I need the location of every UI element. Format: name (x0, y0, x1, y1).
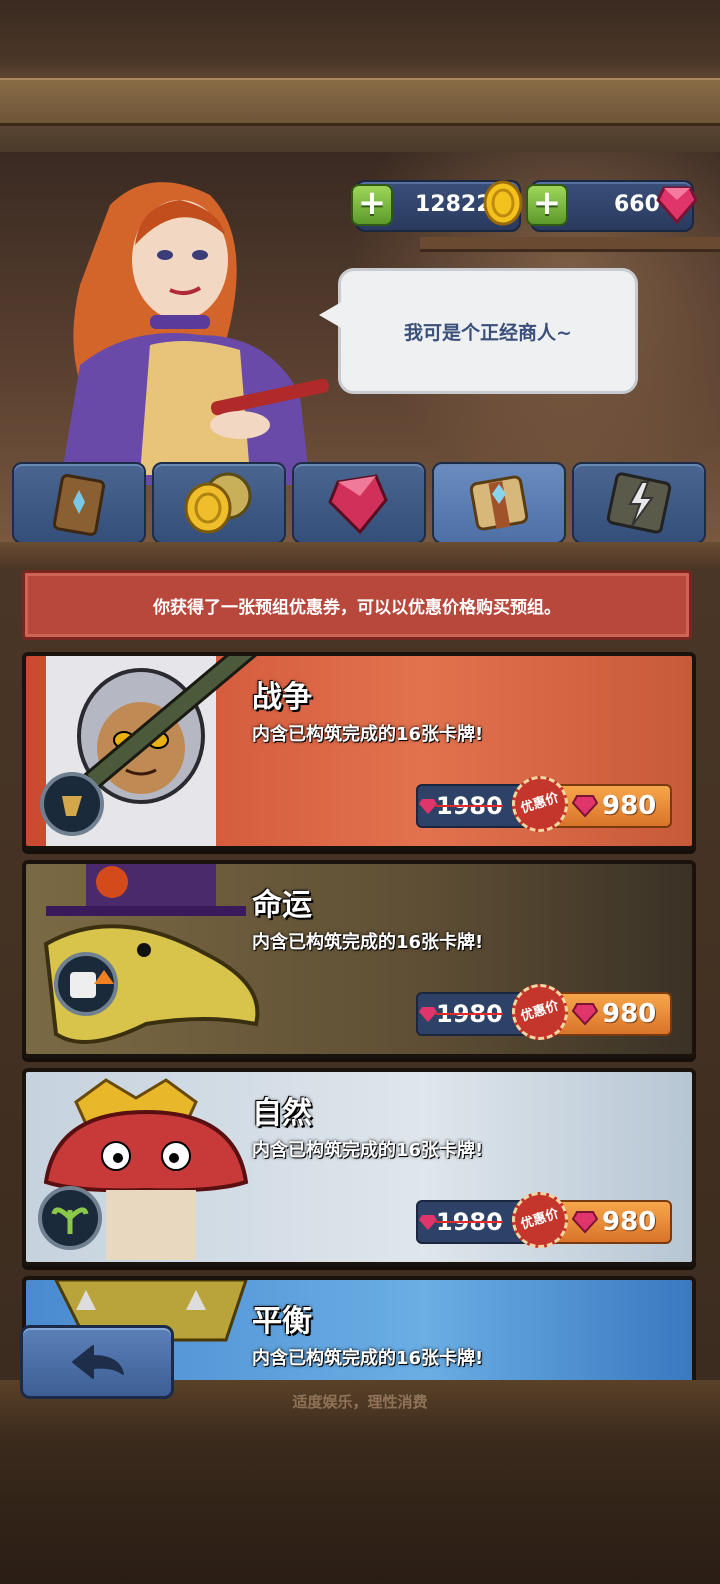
deck-offer-nature[interactable]: 自然 内含已构筑完成的16张卡牌! 1980 980 优惠价 (22, 1068, 696, 1266)
gem-icon (572, 795, 598, 818)
deck-description: 内含已构筑完成的16张卡牌! (252, 932, 484, 953)
shelf (420, 237, 720, 252)
gem-icon (419, 1007, 437, 1022)
original-price-value: 1980 (436, 792, 503, 820)
shop-category-tabs (12, 462, 708, 544)
back-button[interactable] (20, 1325, 174, 1399)
sale-price-value: 980 (602, 1207, 657, 1237)
gold-amount: 12822 (415, 192, 492, 217)
sale-badge: 优惠价 (504, 1184, 576, 1256)
original-price-value: 1980 (436, 1208, 503, 1236)
deck-offer-fate[interactable]: 命运 内含已构筑完成的16张卡牌! 1980 980 优惠价 (22, 860, 696, 1058)
gem-counter: + 660 (526, 180, 698, 232)
gem-icon (419, 799, 437, 814)
merchant-speech-bubble: 我可是个正经商人~ (319, 268, 638, 394)
sale-badge: 优惠价 (504, 976, 576, 1048)
add-gold-button[interactable]: + (351, 184, 393, 226)
deck-name: 自然 (252, 1096, 312, 1131)
tab-thunder-book[interactable] (572, 462, 706, 544)
fate-croc-art (43, 864, 260, 1044)
merchant-speech-text: 我可是个正经商人~ (404, 321, 572, 344)
tab-gold-coins[interactable] (152, 462, 286, 544)
deck-name: 命运 (252, 888, 312, 923)
gold-counter: + 12822 (351, 180, 523, 232)
deck-description: 内含已构筑完成的16张卡牌! (252, 1348, 484, 1369)
gem-icon (656, 186, 698, 224)
nature-mushroom-art (38, 1078, 249, 1260)
gold-coin-icon (483, 180, 523, 226)
gem-pile-icon (328, 474, 388, 535)
merchant-portrait (60, 182, 330, 485)
thunder-book-icon (606, 472, 672, 534)
gem-icon (572, 1003, 598, 1026)
deck-name: 战争 (252, 680, 312, 715)
deck-description: 内含已构筑完成的16张卡牌! (252, 724, 484, 745)
card-pack-icon (52, 474, 106, 536)
sale-price-value: 980 (602, 999, 657, 1029)
deck-description: 内含已构筑完成的16张卡牌! (252, 1140, 484, 1161)
sale-price-value: 980 (602, 791, 657, 821)
add-gems-button[interactable]: + (526, 184, 568, 226)
tab-card-pack[interactable] (12, 462, 146, 544)
counter-bar (0, 542, 720, 570)
coupon-banner-text: 你获得了一张预组优惠券，可以以优惠价格购买预组。 (153, 597, 561, 618)
top-beam (0, 0, 720, 152)
gold-coins-icon (184, 472, 252, 534)
deck-offer-war[interactable]: 战争 内含已构筑完成的16张卡牌! 1980 980 优惠价 (22, 652, 696, 850)
war-cat-knight-art (40, 656, 276, 846)
deck-icon (469, 475, 529, 531)
gem-amount: 660 (614, 192, 660, 217)
fate-class-icon (70, 972, 96, 998)
back-arrow-icon (72, 1345, 124, 1379)
deck-name: 平衡 (252, 1304, 312, 1339)
coupon-banner: 你获得了一张预组优惠券，可以以优惠价格购买预组。 (22, 570, 692, 640)
original-price-value: 1980 (436, 1000, 503, 1028)
gem-icon (572, 1211, 598, 1234)
gem-icon (419, 1215, 437, 1230)
sale-badge: 优惠价 (504, 768, 576, 840)
tab-gems[interactable] (292, 462, 426, 544)
tab-decks[interactable] (432, 462, 566, 544)
